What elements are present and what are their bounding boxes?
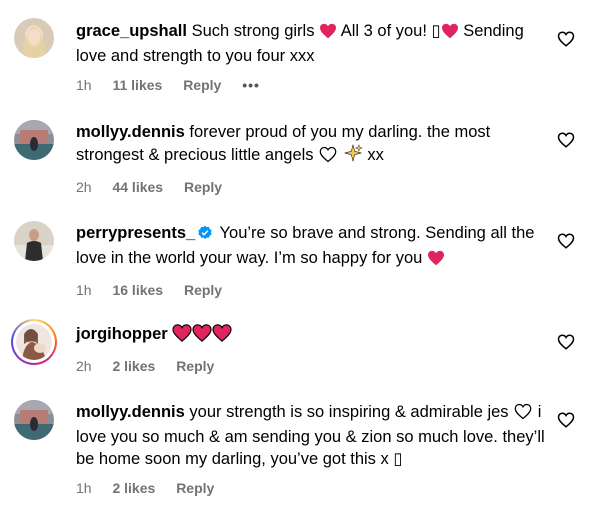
comment-text-part: your strength is so inspiring & admirabl… xyxy=(189,403,514,421)
reply-button[interactable]: Reply xyxy=(176,358,214,374)
story-ring[interactable] xyxy=(11,319,57,365)
comment-text-part: Such strong girls xyxy=(191,22,320,40)
like-heart-outline-icon[interactable] xyxy=(557,30,575,48)
likes-count[interactable]: 16 likes xyxy=(112,282,163,298)
likes-count[interactable]: 2 likes xyxy=(112,480,155,496)
likes-count[interactable]: 11 likes xyxy=(112,77,162,93)
timestamp: 1h xyxy=(76,480,92,496)
red-heart-icon xyxy=(192,324,212,348)
avatar[interactable] xyxy=(14,18,54,58)
red-heart-icon xyxy=(172,324,192,348)
like-heart-outline-icon[interactable] xyxy=(557,411,575,429)
avatar[interactable] xyxy=(14,120,54,160)
verified-badge-icon xyxy=(197,225,213,247)
timestamp: 2h xyxy=(76,358,92,374)
red-heart-icon xyxy=(319,23,337,45)
comment-text: mollyy.dennis your strength is so inspir… xyxy=(76,401,546,470)
white-heart-icon xyxy=(513,403,533,426)
sparkles-icon xyxy=(343,143,363,169)
comment-meta: 1h 11 likes Reply ••• xyxy=(76,76,546,94)
comment-meta: 2h 2 likes Reply xyxy=(76,357,546,375)
like-heart-outline-icon[interactable] xyxy=(557,131,575,149)
red-heart-icon xyxy=(427,250,445,272)
reply-button[interactable]: Reply xyxy=(184,179,222,195)
comment-text: perrypresents_ You’re so brave and stron… xyxy=(76,222,546,272)
red-heart-icon xyxy=(441,23,459,45)
timestamp: 2h xyxy=(76,179,92,195)
white-heart-icon xyxy=(318,146,338,169)
avatar[interactable] xyxy=(16,324,52,360)
avatar[interactable] xyxy=(14,400,54,440)
reply-button[interactable]: Reply xyxy=(184,282,222,298)
more-options-button[interactable]: ••• xyxy=(242,77,260,93)
likes-count[interactable]: 44 likes xyxy=(112,179,163,195)
username[interactable]: mollyy.dennis xyxy=(76,123,185,141)
like-heart-outline-icon[interactable] xyxy=(557,333,575,351)
comment-text: jorgihopper xyxy=(76,323,546,348)
username[interactable]: jorgihopper xyxy=(76,325,168,343)
likes-count[interactable]: 2 likes xyxy=(112,358,155,374)
avatar[interactable] xyxy=(14,221,54,261)
red-heart-icon xyxy=(212,324,232,348)
comment-text-part: xx xyxy=(362,146,384,164)
username[interactable]: grace_upshall xyxy=(76,22,187,40)
comment-meta: 1h 16 likes Reply xyxy=(76,281,546,299)
username[interactable]: mollyy.dennis xyxy=(76,403,185,421)
comment-meta: 2h 44 likes Reply xyxy=(76,178,546,196)
reply-button[interactable]: Reply xyxy=(183,77,221,93)
like-heart-outline-icon[interactable] xyxy=(557,232,575,250)
reply-button[interactable]: Reply xyxy=(176,480,214,496)
comment-text: mollyy.dennis forever proud of you my da… xyxy=(76,121,546,169)
timestamp: 1h xyxy=(76,77,92,93)
username[interactable]: perrypresents_ xyxy=(76,224,195,242)
comment-meta: 1h 2 likes Reply xyxy=(76,479,546,497)
timestamp: 1h xyxy=(76,282,92,298)
comment-text: grace_upshall Such strong girls All 3 of… xyxy=(76,20,546,67)
comment-text-part: All 3 of you! ▯ xyxy=(337,22,441,40)
